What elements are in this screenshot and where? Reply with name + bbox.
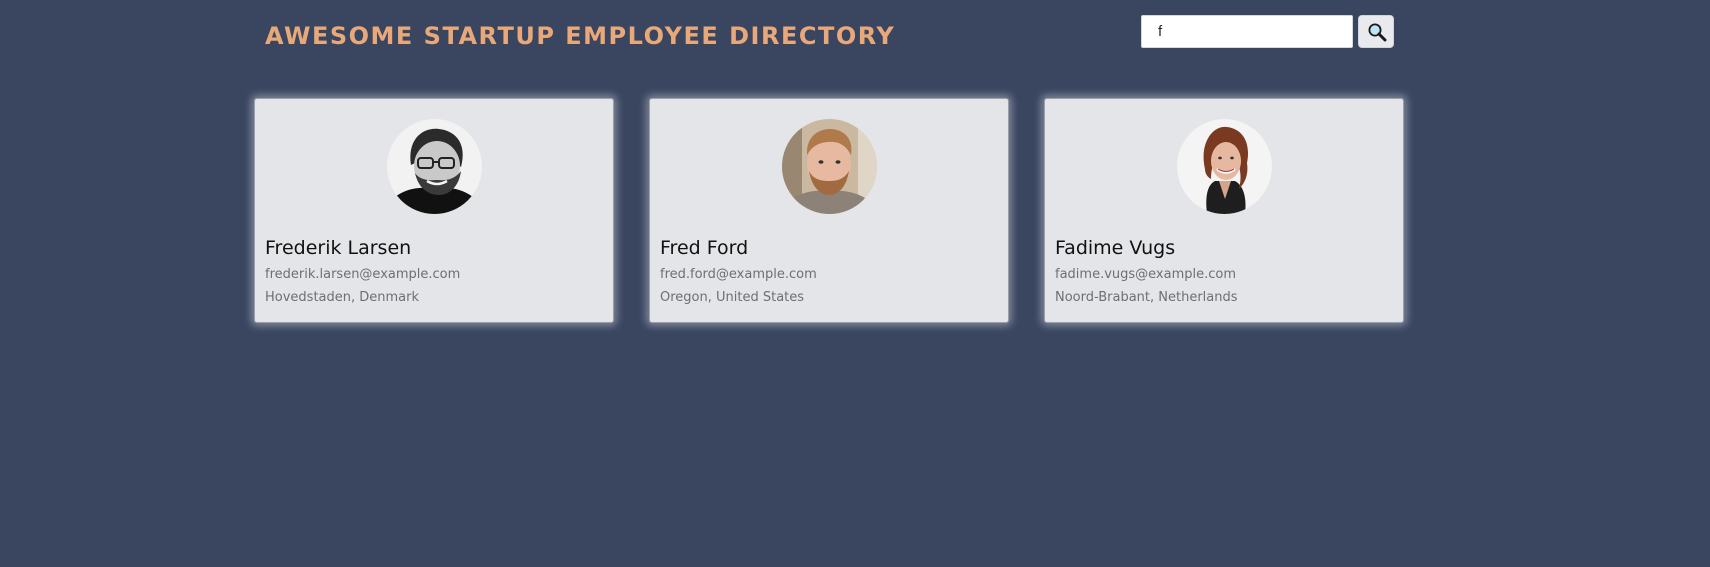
employee-name: Fadime Vugs bbox=[1055, 237, 1176, 259]
search-input[interactable] bbox=[1141, 15, 1353, 48]
employee-email: fred.ford@example.com bbox=[660, 267, 817, 282]
avatar bbox=[1177, 119, 1272, 214]
page-title: AWESOME STARTUP EMPLOYEE DIRECTORY bbox=[265, 22, 896, 50]
employee-card[interactable]: Frederik Larsen frederik.larsen@example.… bbox=[254, 98, 614, 323]
employee-email: fadime.vugs@example.com bbox=[1055, 267, 1237, 282]
search-icon bbox=[1368, 23, 1387, 42]
avatar bbox=[782, 119, 877, 214]
employee-email: frederik.larsen@example.com bbox=[265, 267, 461, 282]
employee-location: Hovedstaden, Denmark bbox=[265, 290, 420, 305]
employee-location: Oregon, United States bbox=[660, 290, 805, 305]
employee-name: Fred Ford bbox=[660, 237, 749, 259]
employee-name: Frederik Larsen bbox=[265, 237, 412, 259]
employee-card[interactable]: Fred Ford fred.ford@example.com Oregon, … bbox=[649, 98, 1009, 323]
search-button[interactable] bbox=[1358, 15, 1394, 48]
avatar bbox=[387, 119, 482, 214]
employee-location: Noord-Brabant, Netherlands bbox=[1055, 290, 1238, 305]
employee-card[interactable]: Fadime Vugs fadime.vugs@example.com Noor… bbox=[1044, 98, 1404, 323]
